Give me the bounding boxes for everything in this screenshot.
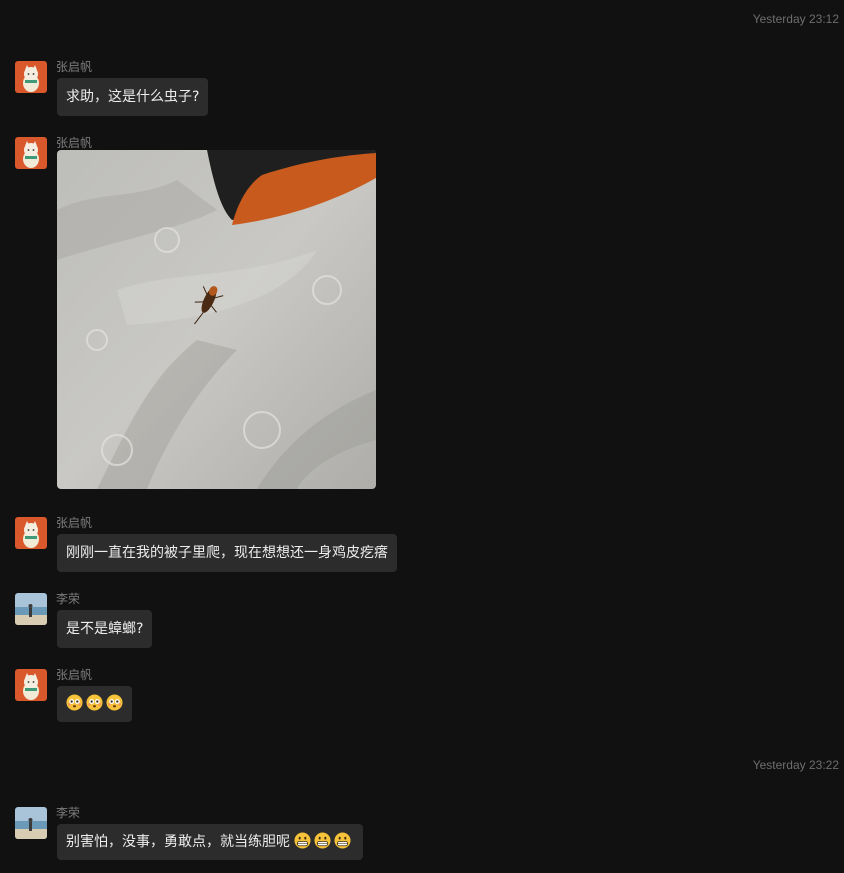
avatar[interactable] [15,61,47,93]
bug-photo-image [57,150,376,489]
sender-name: 李荣 [56,806,81,820]
avatar[interactable] [15,807,47,839]
flushed-face-icon [86,694,103,711]
photo-bug-on-tissue[interactable] [57,150,376,489]
flushed-face-icon [106,694,123,711]
flushed-face-icon [66,694,83,711]
sender-name: 张启帆 [56,136,93,150]
sender-name: 李荣 [56,592,81,606]
avatar-beach-icon [15,593,47,625]
grinning-face-icon [334,832,351,849]
avatar-cat-icon [15,517,47,549]
message-text: 别害怕，没事，勇敢点，就当练胆呢 [66,834,290,850]
avatar[interactable] [15,593,47,625]
avatar-cat-icon [15,669,47,701]
sender-name: 张启帆 [56,668,93,682]
avatar-beach-icon [15,807,47,839]
timestamp: Yesterday 23:12 [752,12,839,26]
avatar[interactable] [15,137,47,169]
avatar-cat-icon [15,137,47,169]
message-bubble[interactable]: 是不是蟑螂? [57,610,153,648]
message-bubble[interactable] [57,686,132,722]
avatar[interactable] [15,517,47,549]
sender-name: 张启帆 [56,60,93,74]
grinning-face-icon [314,832,331,849]
avatar-cat-icon [15,61,47,93]
sender-name: 张启帆 [56,516,93,530]
message-bubble[interactable]: 刚刚一直在我的被子里爬，现在想想还一身鸡皮疙瘩 [57,534,397,572]
message-bubble[interactable]: 别害怕，没事，勇敢点，就当练胆呢 [57,824,364,860]
avatar[interactable] [15,669,47,701]
grinning-face-icon [294,832,311,849]
chat-view: Yesterday 23:12 张启帆 求助，这是什么虫子? 张启帆 张启帆 刚… [0,0,844,873]
timestamp: Yesterday 23:22 [752,758,839,772]
message-bubble[interactable]: 求助，这是什么虫子? [57,78,209,116]
